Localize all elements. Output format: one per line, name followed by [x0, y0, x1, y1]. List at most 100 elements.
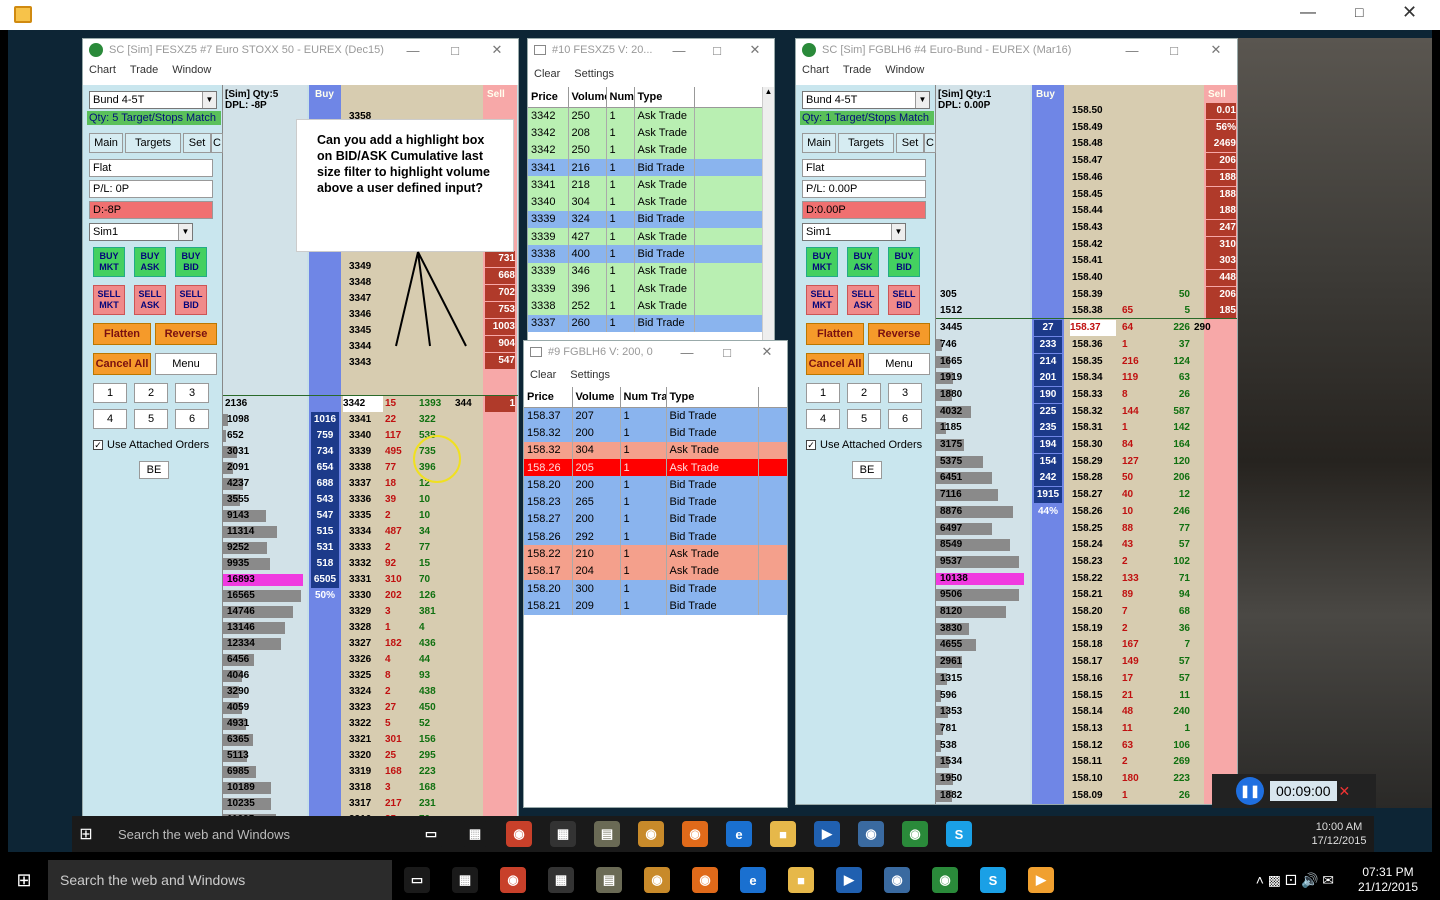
flatten-button[interactable]: Flatten	[93, 323, 151, 345]
inner-search-box[interactable]: Search the web and Windows	[118, 827, 418, 842]
table-row[interactable]: 158.21 209 1 Bid Trade	[524, 597, 787, 615]
qty-button-6[interactable]: 6	[888, 409, 922, 429]
table-row[interactable]: 158.26 292 1 Bid Trade	[524, 528, 787, 546]
table-row[interactable]: 158.27 200 1 Bid Trade	[524, 510, 787, 529]
table-row[interactable]: 3339 396 1 Ask Trade	[528, 279, 763, 298]
table-row[interactable]: 3339 346 1 Ask Trade	[528, 262, 763, 280]
menu-clear[interactable]: Clear	[530, 369, 556, 381]
sell-button-2[interactable]: SELL BID	[888, 285, 920, 315]
tab-0[interactable]: Main	[89, 133, 123, 153]
close-icon[interactable]: ✕	[747, 344, 787, 360]
recorder-icon[interactable]: ▶	[1028, 867, 1054, 893]
folder-icon[interactable]: ■	[770, 821, 796, 847]
folder-icon[interactable]: ■	[788, 867, 814, 893]
chrome-icon[interactable]: ◉	[500, 867, 526, 893]
sell-button-2[interactable]: SELL BID	[175, 285, 207, 315]
maximize-icon[interactable]: □	[707, 345, 747, 360]
calculator-icon[interactable]: ▦	[548, 867, 574, 893]
qty-button-5[interactable]: 5	[847, 409, 881, 429]
store-icon[interactable]: ▦	[452, 867, 478, 893]
tape-titlebar[interactable]: #10 FESXZ5 V: 20... — □ ✕	[528, 39, 774, 61]
dom-window-titlebar[interactable]: SC [Sim] FGBLH6 #4 Euro-Bund - EUREX (Ma…	[796, 39, 1237, 61]
ie-icon[interactable]: e	[740, 867, 766, 893]
skype-icon[interactable]: S	[946, 821, 972, 847]
table-row[interactable]: 3340 304 1 Ask Trade	[528, 193, 763, 211]
paint-icon[interactable]: ◉	[638, 821, 664, 847]
table-row[interactable]: 3341 216 1 Bid Trade	[528, 158, 763, 177]
sell-button-0[interactable]: SELL MKT	[806, 285, 838, 315]
skype-icon[interactable]: S	[980, 867, 1006, 893]
qty-button-2[interactable]: 2	[847, 383, 881, 403]
notepad-icon[interactable]: ▤	[594, 821, 620, 847]
chevron-down-icon[interactable]: ▼	[915, 92, 929, 108]
maximize-icon[interactable]: □	[434, 43, 476, 58]
reverse-button[interactable]: Reverse	[155, 323, 217, 345]
close-icon[interactable]: ✕	[476, 42, 518, 58]
menu-button[interactable]: Menu	[155, 353, 217, 375]
chevron-down-icon[interactable]: ▼	[202, 92, 216, 108]
table-row[interactable]: 158.23 265 1 Bid Trade	[524, 493, 787, 511]
qty-button-3[interactable]: 3	[888, 383, 922, 403]
cancel-all-button[interactable]: Cancel All	[93, 353, 151, 375]
cancel-all-button[interactable]: Cancel All	[806, 353, 864, 375]
position-field[interactable]: Flat	[89, 159, 213, 177]
table-row[interactable]: 158.20 300 1 Bid Trade	[524, 579, 787, 598]
close-icon[interactable]: ✕	[1195, 42, 1237, 58]
table-row[interactable]: 3338 252 1 Ask Trade	[528, 297, 763, 315]
qty-button-1[interactable]: 1	[806, 383, 840, 403]
menu-chart[interactable]: Chart	[802, 64, 829, 76]
paint-icon[interactable]: ◉	[644, 867, 670, 893]
tape-titlebar[interactable]: #9 FGBLH6 V: 200, 0 — □ ✕	[524, 341, 787, 363]
strategy-select[interactable]: Bund 4-5T ▼	[89, 91, 217, 109]
buy-button-0[interactable]: BUY MKT	[93, 247, 125, 277]
time-and-sales-fesx[interactable]: #10 FESXZ5 V: 20... — □ ✕ Clear Settings…	[527, 38, 775, 343]
table-row[interactable]: 158.20 200 1 Bid Trade	[524, 476, 787, 494]
tab-3[interactable]: C	[924, 133, 936, 153]
column-header[interactable]: Price	[528, 87, 569, 108]
table-row[interactable]: 158.32 304 1 Ask Trade	[524, 441, 787, 459]
checkbox-checked-icon[interactable]: ✓	[93, 440, 103, 450]
notepad-icon[interactable]: ▤	[596, 867, 622, 893]
qty-button-4[interactable]: 4	[806, 409, 840, 429]
menu-settings[interactable]: Settings	[570, 369, 610, 381]
table-row[interactable]: 158.37 207 1 Bid Trade	[524, 407, 787, 425]
app-icon[interactable]: ▶	[814, 821, 840, 847]
firefox-icon[interactable]: ◉	[682, 821, 708, 847]
column-header[interactable]: Price	[524, 387, 573, 408]
qty-button-2[interactable]: 2	[134, 383, 168, 403]
scrollbar[interactable]: ▲	[762, 87, 774, 342]
task-view-icon[interactable]: ▭	[404, 867, 430, 893]
qty-button-5[interactable]: 5	[134, 409, 168, 429]
account-select[interactable]: Sim1 ▼	[802, 223, 906, 241]
column-header[interactable]: Volume	[572, 387, 621, 408]
sell-button-1[interactable]: SELL ASK	[847, 285, 879, 315]
time-and-sales-fgbl[interactable]: #9 FGBLH6 V: 200, 0 — □ ✕ Clear Settings…	[523, 340, 788, 808]
maximize-icon[interactable]: □	[1153, 43, 1195, 58]
chrome-icon[interactable]: ◉	[506, 821, 532, 847]
menu-chart[interactable]: Chart	[89, 64, 116, 76]
maximize-icon[interactable]: □	[698, 43, 736, 58]
table-row[interactable]: 3338 400 1 Bid Trade	[528, 245, 763, 263]
menu-trade[interactable]: Trade	[130, 64, 158, 76]
minimize-icon[interactable]: —	[660, 43, 698, 58]
price-ladder[interactable]: [Sim] Qty:1 DPL: 0.00P Buy Sell 158.50 0.01 15…	[936, 85, 1237, 804]
table-row[interactable]: 3337 260 1 Bid Trade	[528, 314, 763, 332]
pause-icon[interactable]: ❚❚	[1236, 777, 1264, 805]
flatten-button[interactable]: Flatten	[806, 323, 864, 345]
table-row[interactable]: 3342 250 1 Ask Trade	[528, 107, 763, 125]
close-icon[interactable]: ✕	[736, 42, 774, 58]
close-icon[interactable]: ✕	[1402, 2, 1417, 23]
strategy-select[interactable]: Bund 4-5T ▼	[802, 91, 930, 109]
media-icon[interactable]: ◉	[884, 867, 910, 893]
position-field[interactable]: Flat	[802, 159, 926, 177]
stop-recording-icon[interactable]: ✕	[1339, 783, 1351, 800]
minimize-icon[interactable]: —	[392, 43, 434, 58]
app-icon[interactable]: ▶	[836, 867, 862, 893]
calculator-icon[interactable]: ▦	[550, 821, 576, 847]
sell-button-0[interactable]: SELL MKT	[93, 285, 125, 315]
table-row[interactable]: 158.17 204 1 Ask Trade	[524, 562, 787, 580]
minimize-icon[interactable]: —	[1111, 43, 1153, 58]
dom-window-fgbl[interactable]: SC [Sim] FGBLH6 #4 Euro-Bund - EUREX (Ma…	[795, 38, 1238, 805]
minimize-icon[interactable]: —	[1300, 4, 1316, 22]
tab-2[interactable]: Set	[183, 133, 211, 153]
